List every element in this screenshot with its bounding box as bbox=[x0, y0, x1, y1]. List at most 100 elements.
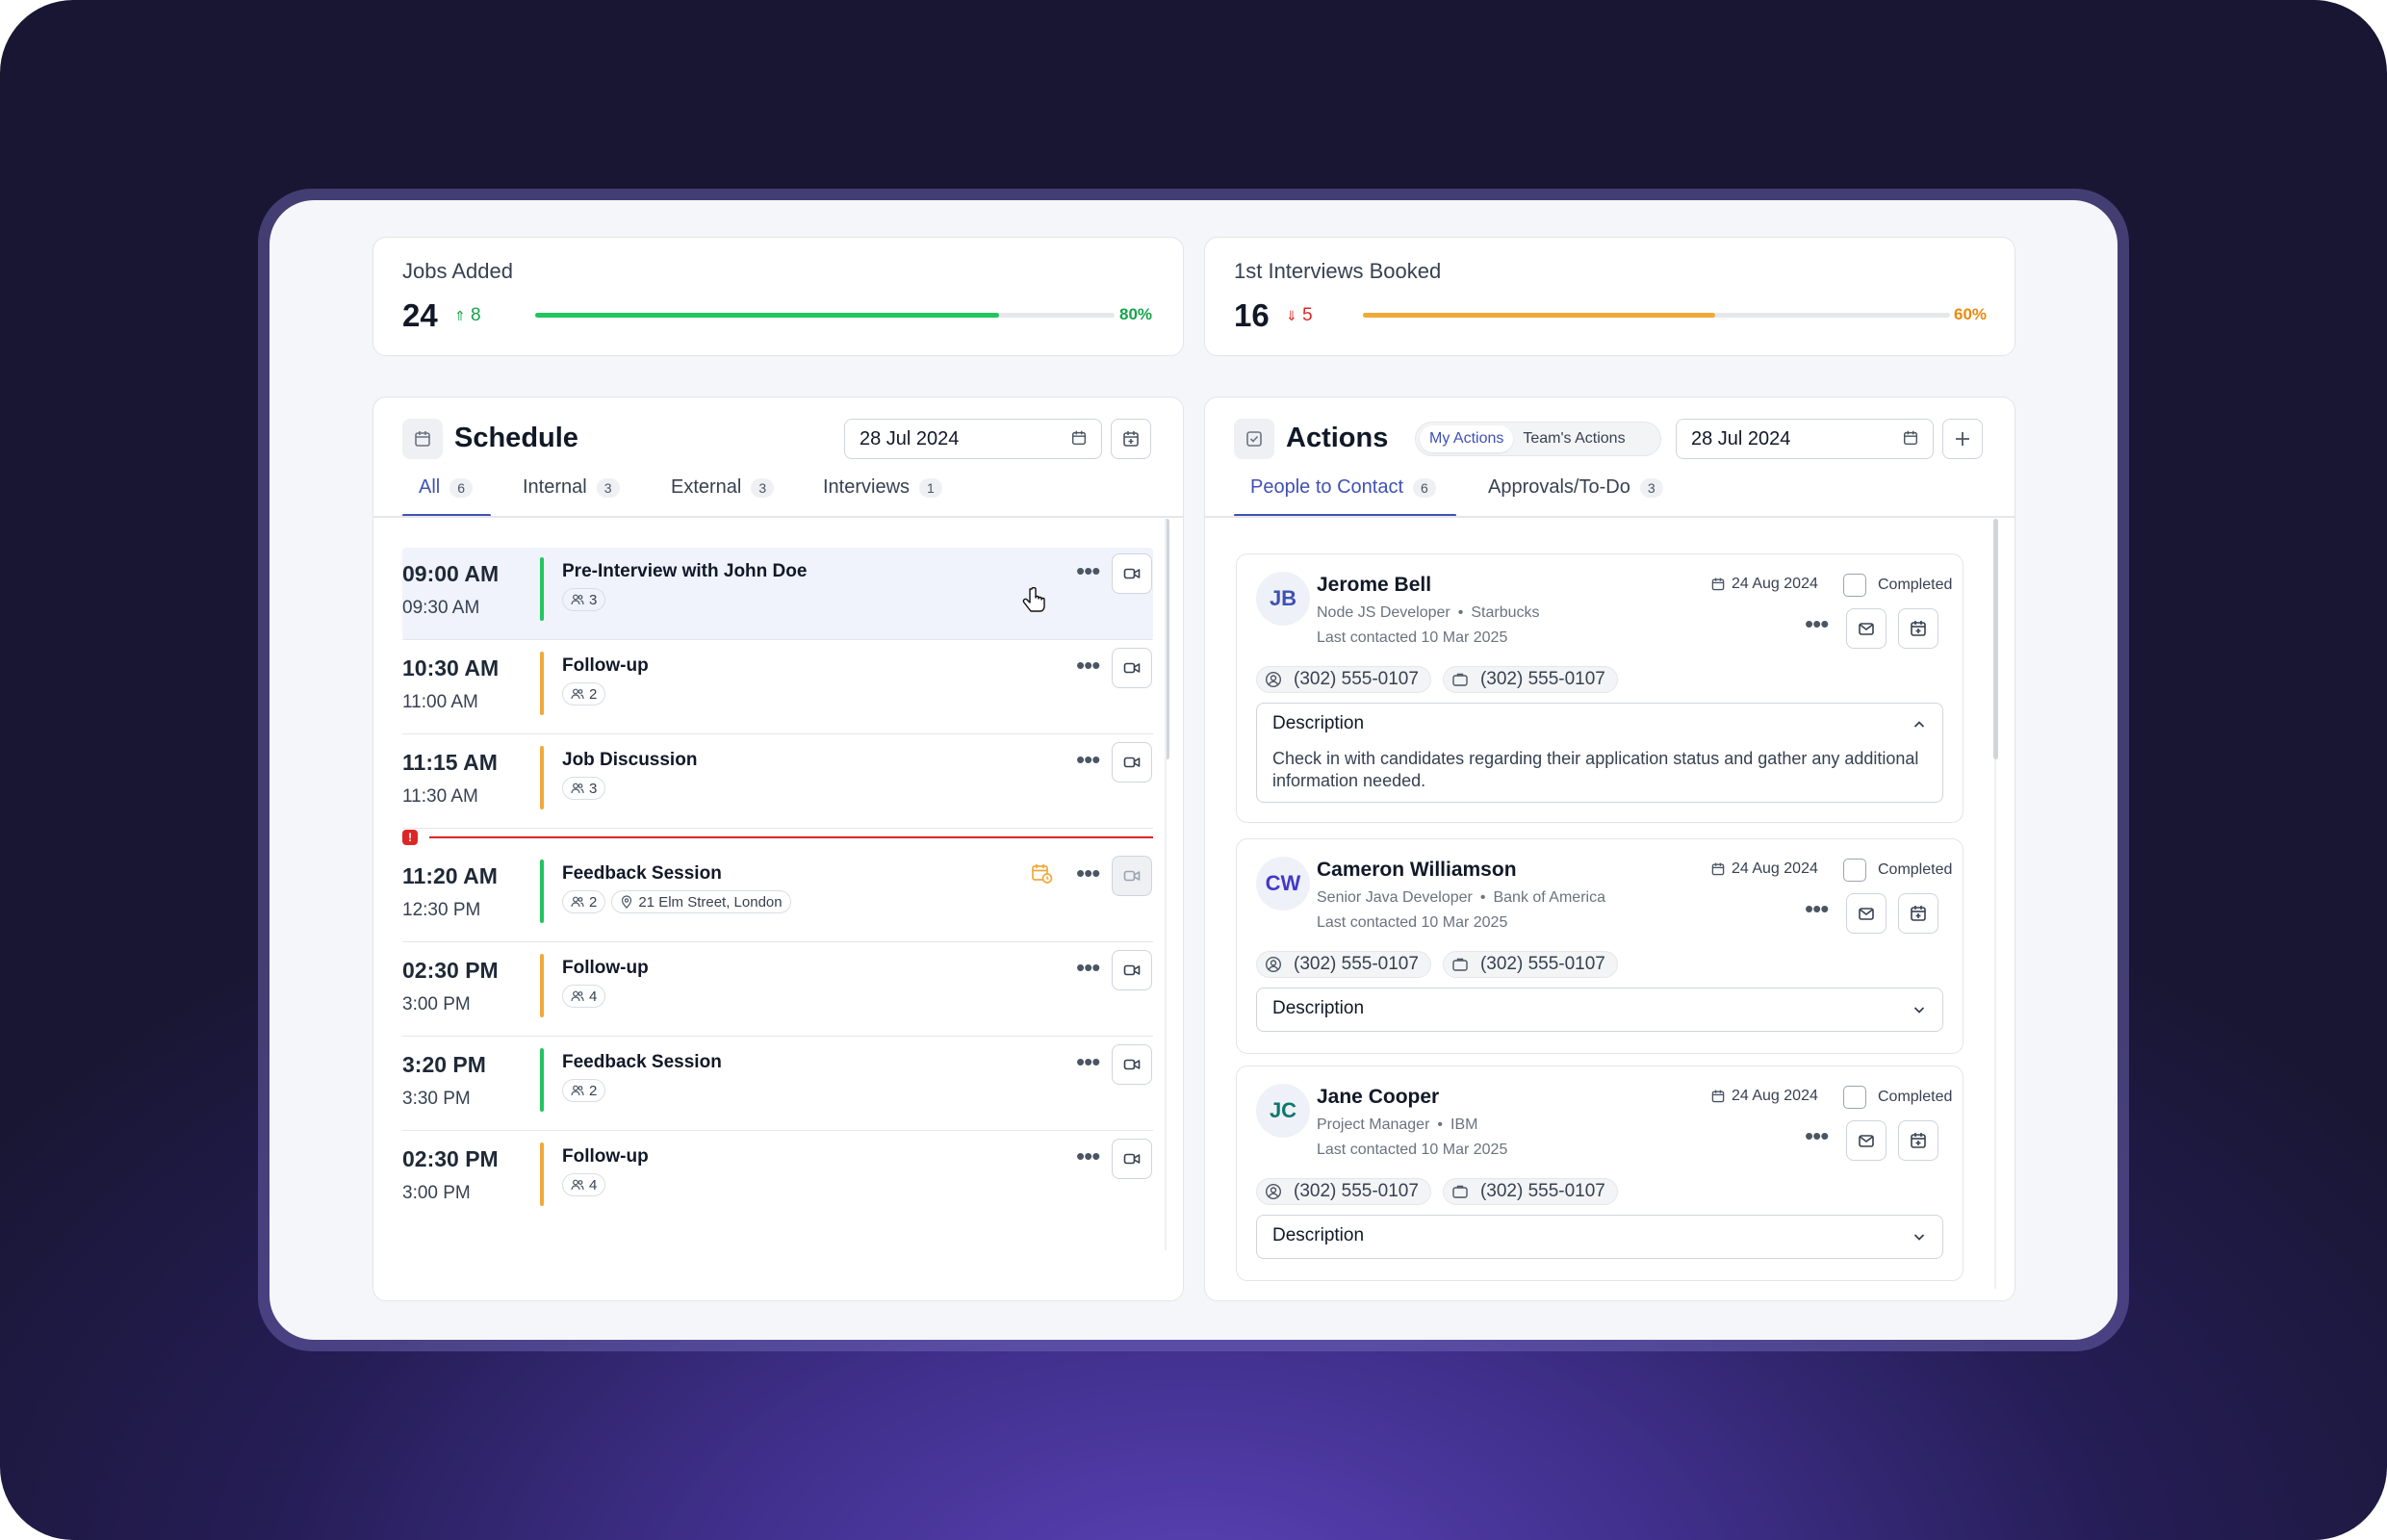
contact-phones: (302) 555-0107 (302) 555-0107 bbox=[1256, 666, 1618, 693]
schedule-card: Schedule 28 Jul 2024 All 6 Internal 3 Exte… bbox=[372, 397, 1184, 1301]
personal-phone[interactable]: (302) 555-0107 bbox=[1256, 951, 1431, 978]
event-title: Feedback Session bbox=[562, 1052, 722, 1072]
schedule-event[interactable]: 10:30 AM 11:00 AM Follow-up 2 ••• bbox=[402, 642, 1153, 734]
avatar: CW bbox=[1256, 857, 1310, 911]
calendar-alert[interactable] bbox=[1030, 861, 1053, 889]
chevron-up-icon bbox=[1913, 721, 1925, 728]
contact-name[interactable]: Jerome Bell bbox=[1317, 574, 1431, 597]
event-color-bar bbox=[540, 746, 544, 809]
email-button[interactable] bbox=[1846, 608, 1886, 649]
event-chips: 3 bbox=[562, 588, 606, 611]
last-contacted: Last contacted 10 Mar 2025 bbox=[1317, 1142, 1508, 1158]
schedule-event[interactable]: 3:20 PM 3:30 PM Feedback Session 2 ••• bbox=[402, 1039, 1153, 1131]
personal-phone[interactable]: (302) 555-0107 bbox=[1256, 666, 1431, 693]
contact-name[interactable]: Cameron Williamson bbox=[1317, 859, 1517, 882]
video-call-button[interactable] bbox=[1112, 1139, 1152, 1179]
tab-people-to-contact[interactable]: People to Contact 6 bbox=[1250, 476, 1436, 499]
event-end-time: 11:30 AM bbox=[402, 786, 478, 807]
schedule-event[interactable]: 02:30 PM 3:00 PM Follow-up 4 ••• bbox=[402, 944, 1153, 1037]
tab-approvals[interactable]: Approvals/To-Do 3 bbox=[1488, 476, 1663, 499]
calendar-icon bbox=[1070, 429, 1088, 452]
tab-internal[interactable]: Internal 3 bbox=[523, 476, 620, 499]
event-chips: 3 bbox=[562, 777, 606, 800]
more-options-button[interactable]: ••• bbox=[1805, 896, 1829, 921]
actions-date-picker[interactable]: 28 Jul 2024 bbox=[1676, 419, 1934, 459]
more-options-button[interactable]: ••• bbox=[1805, 1123, 1829, 1148]
tab-all[interactable]: All 6 bbox=[419, 476, 474, 499]
add-event-button[interactable] bbox=[1111, 419, 1151, 459]
completed-checkbox[interactable] bbox=[1843, 1086, 1866, 1109]
chevron-down-icon bbox=[1913, 1007, 1925, 1014]
row-divider bbox=[402, 940, 1153, 942]
row-divider bbox=[402, 827, 1153, 829]
event-start-time: 11:15 AM bbox=[402, 750, 498, 775]
add-action-button[interactable] bbox=[1942, 419, 1983, 459]
contact-card: CW Cameron Williamson Senior Java Develope… bbox=[1236, 838, 1964, 1054]
email-button[interactable] bbox=[1846, 1120, 1886, 1161]
completed-checkbox[interactable] bbox=[1843, 574, 1866, 597]
users-icon bbox=[571, 990, 584, 1002]
more-options-button[interactable]: ••• bbox=[1076, 653, 1100, 678]
calendar-icon bbox=[402, 419, 443, 459]
more-options-button[interactable]: ••• bbox=[1805, 611, 1829, 636]
schedule-button[interactable] bbox=[1898, 893, 1938, 934]
personal-phone[interactable]: (302) 555-0107 bbox=[1256, 1178, 1431, 1205]
users-icon bbox=[571, 783, 584, 794]
more-options-button[interactable]: ••• bbox=[1076, 558, 1100, 583]
video-call-button[interactable] bbox=[1112, 742, 1152, 783]
video-call-button[interactable] bbox=[1112, 553, 1152, 594]
users-icon bbox=[571, 896, 584, 908]
due-date: 24 Aug 2024 bbox=[1710, 1088, 1818, 1105]
schedule-button[interactable] bbox=[1898, 608, 1938, 649]
completed-checkbox[interactable] bbox=[1843, 859, 1866, 882]
video-call-button[interactable] bbox=[1112, 648, 1152, 688]
stat-value: 16 bbox=[1234, 297, 1270, 333]
contact-phones: (302) 555-0107 (302) 555-0107 bbox=[1256, 1178, 1618, 1205]
contact-phones: (302) 555-0107 (302) 555-0107 bbox=[1256, 951, 1618, 978]
mail-icon bbox=[1859, 623, 1874, 635]
briefcase-icon bbox=[1452, 958, 1468, 971]
description-accordion[interactable]: Description bbox=[1256, 1215, 1943, 1259]
briefcase-icon bbox=[1452, 1185, 1468, 1198]
calendar-icon bbox=[1711, 1090, 1725, 1103]
row-divider bbox=[402, 1035, 1153, 1037]
schedule-event[interactable]: 11:20 AM 12:30 PM Feedback Session 2 21 Elm … bbox=[402, 850, 1153, 942]
schedule-button[interactable] bbox=[1898, 1120, 1938, 1161]
schedule-date-picker[interactable]: 28 Jul 2024 bbox=[844, 419, 1102, 459]
schedule-event[interactable]: 11:15 AM 11:30 AM Job Discussion 3 ••• bbox=[402, 736, 1153, 829]
email-button[interactable] bbox=[1846, 893, 1886, 934]
actions-scrollbar[interactable] bbox=[1993, 519, 1998, 759]
last-contacted: Last contacted 10 Mar 2025 bbox=[1317, 914, 1508, 931]
users-icon bbox=[571, 594, 584, 605]
schedule-event[interactable]: 02:30 PM 3:00 PM Follow-up 4 ••• bbox=[402, 1133, 1153, 1225]
contact-role: Project Manager • IBM bbox=[1317, 1116, 1478, 1133]
mail-icon bbox=[1859, 1135, 1874, 1147]
calendar-plus-icon bbox=[1911, 906, 1926, 921]
completed-label: Completed bbox=[1878, 1089, 1953, 1105]
more-options-button[interactable]: ••• bbox=[1076, 1143, 1100, 1168]
my-actions-toggle[interactable]: My Actions bbox=[1420, 425, 1514, 452]
event-start-time: 3:20 PM bbox=[402, 1052, 486, 1077]
arrow-up-icon: ⇑ bbox=[454, 308, 466, 323]
teams-actions-toggle[interactable]: Team's Actions bbox=[1513, 425, 1634, 452]
avatar: JB bbox=[1256, 572, 1310, 626]
event-title: Follow-up bbox=[562, 958, 649, 978]
more-options-button[interactable]: ••• bbox=[1076, 860, 1100, 886]
more-options-button[interactable]: ••• bbox=[1076, 1049, 1100, 1074]
current-time-indicator: ! bbox=[402, 830, 1153, 845]
work-phone[interactable]: (302) 555-0107 bbox=[1442, 951, 1618, 978]
work-phone[interactable]: (302) 555-0107 bbox=[1442, 1178, 1618, 1205]
checkbox-icon bbox=[1234, 419, 1274, 459]
more-options-button[interactable]: ••• bbox=[1076, 955, 1100, 980]
video-call-button[interactable] bbox=[1112, 950, 1152, 990]
contact-name[interactable]: Jane Cooper bbox=[1317, 1086, 1439, 1109]
description-accordion[interactable]: Description Check in with candidates rega… bbox=[1256, 703, 1943, 803]
stat-card-jobs-added: Jobs Added 24 ⇑ 8 80% bbox=[372, 237, 1184, 356]
work-phone[interactable]: (302) 555-0107 bbox=[1442, 666, 1618, 693]
tab-external[interactable]: External 3 bbox=[671, 476, 775, 499]
video-call-button[interactable] bbox=[1112, 1044, 1152, 1085]
description-accordion[interactable]: Description bbox=[1256, 988, 1943, 1032]
video-call-button[interactable] bbox=[1112, 856, 1152, 896]
more-options-button[interactable]: ••• bbox=[1076, 747, 1100, 772]
tab-interviews[interactable]: Interviews 1 bbox=[823, 476, 942, 499]
